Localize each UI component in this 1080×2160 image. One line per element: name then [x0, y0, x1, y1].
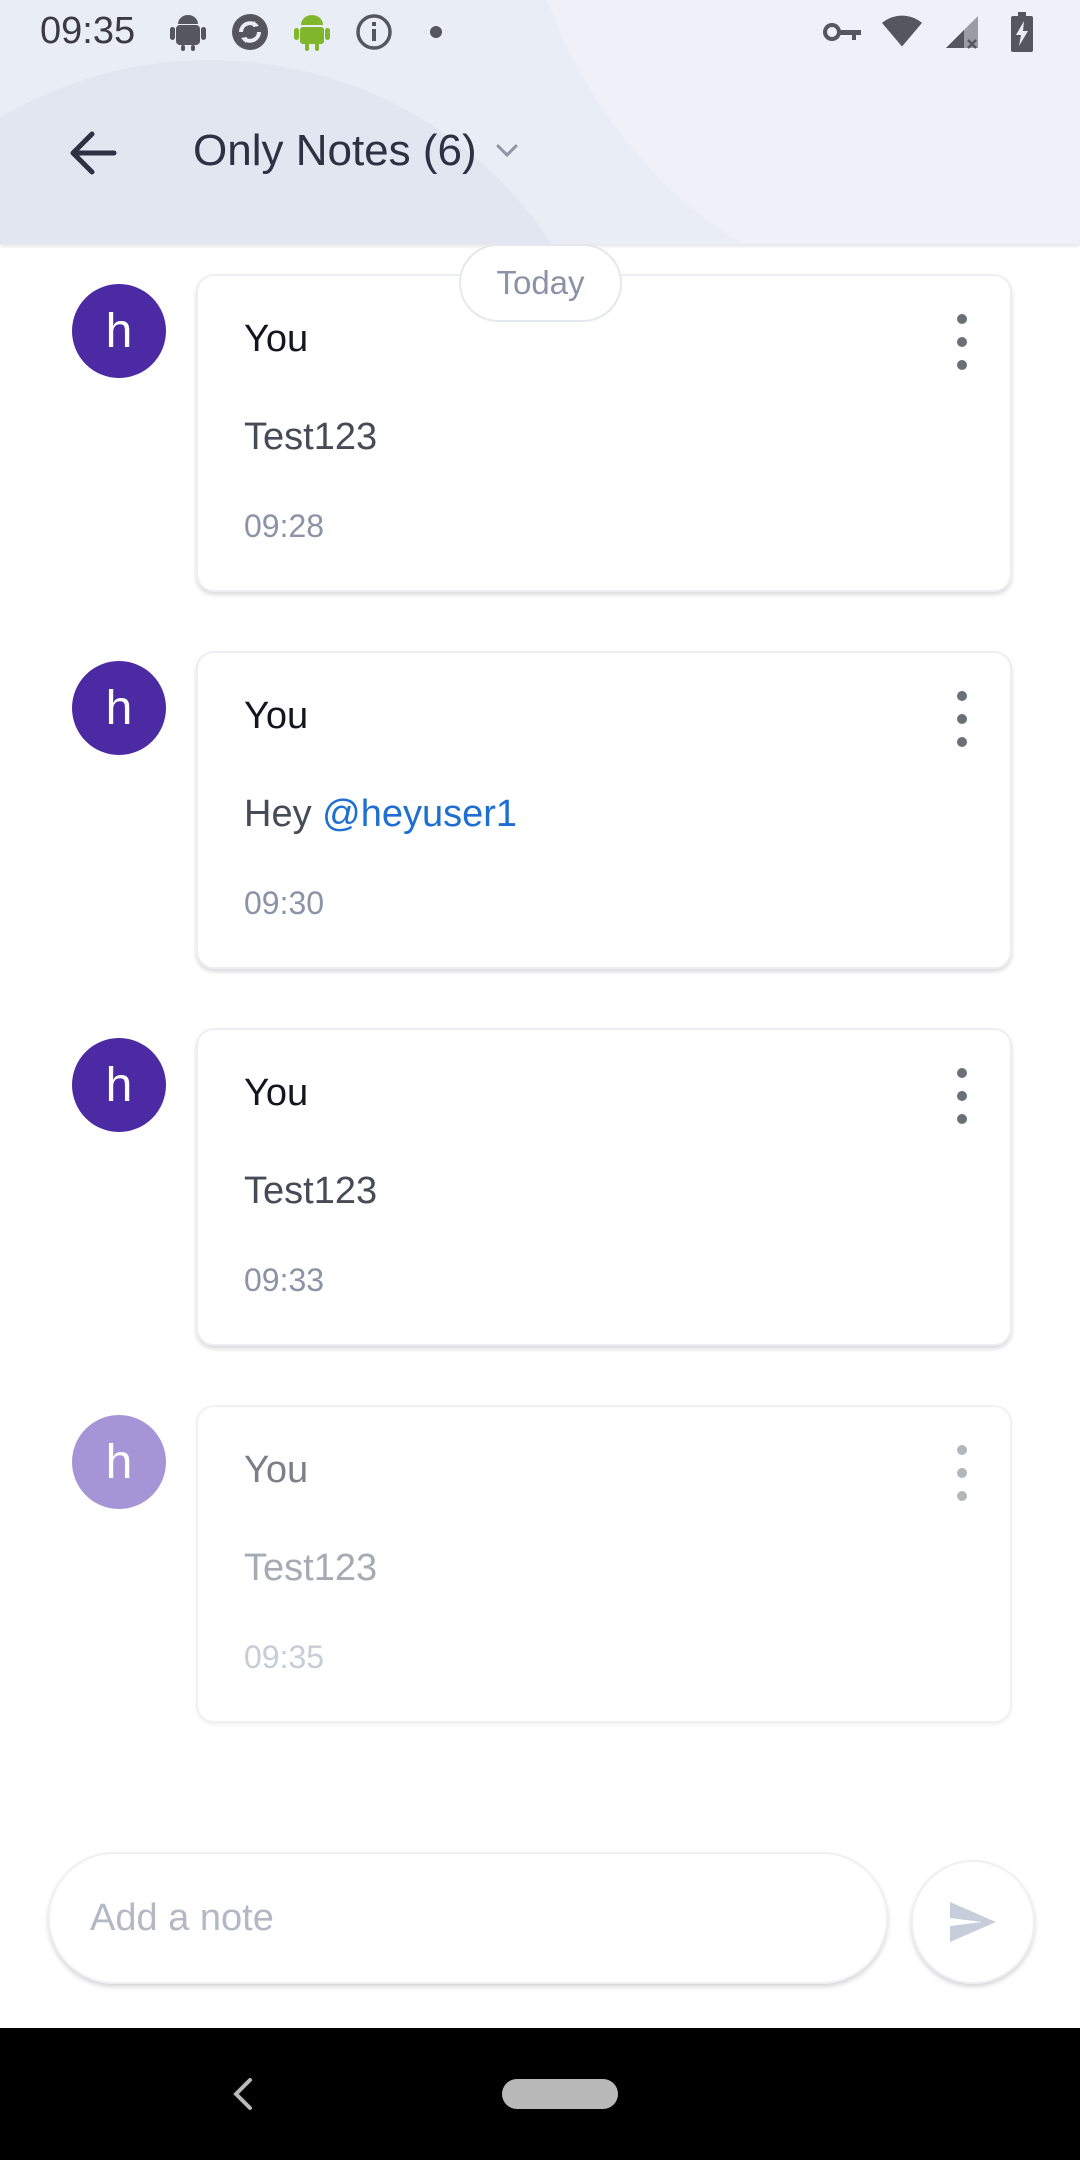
avatar[interactable]: h: [72, 661, 166, 755]
more-options-button[interactable]: [952, 1445, 972, 1501]
more-vert-icon: [957, 1068, 967, 1078]
mention-link[interactable]: @heyuser1: [322, 793, 517, 835]
note-card[interactable]: You Hey @heyuser1 09:30: [196, 651, 1012, 969]
battery-charging-icon: [1002, 12, 1042, 52]
more-options-button[interactable]: [952, 691, 972, 747]
more-vert-icon: [957, 691, 967, 701]
chevron-down-icon: [496, 144, 518, 158]
status-bar: 09:35: [0, 0, 1080, 66]
status-time: 09:35: [40, 10, 136, 52]
note-text: Test123: [244, 416, 378, 458]
note-timestamp: 09:35: [244, 1639, 325, 1675]
notes-list[interactable]: Today h You Test123 09:28 h You Hey @hey…: [0, 244, 1080, 2024]
note-timestamp: 09:33: [244, 1262, 325, 1298]
notes-filter-dropdown[interactable]: Only Notes (6): [193, 126, 519, 176]
avatar[interactable]: h: [72, 1415, 166, 1509]
info-icon: [354, 12, 394, 52]
wifi-icon: [882, 12, 922, 52]
note-timestamp: 09:30: [244, 885, 325, 921]
note-item: h You Hey @heyuser1 09:30: [0, 651, 1080, 969]
note-author: You: [244, 695, 309, 737]
add-note-input[interactable]: [48, 1852, 888, 1984]
send-button[interactable]: [911, 1860, 1035, 1984]
more-options-button[interactable]: [952, 314, 972, 370]
note-text: Test123: [244, 1547, 378, 1589]
avatar[interactable]: h: [72, 284, 166, 378]
note-card[interactable]: You Test123 09:33: [196, 1028, 1012, 1346]
page-title: Only Notes (6): [193, 126, 477, 175]
note-timestamp: 09:28: [244, 508, 325, 544]
app-header: 09:35 Only Notes (6): [0, 0, 1080, 244]
send-icon: [950, 1902, 996, 1942]
nav-back-button[interactable]: [222, 2072, 262, 2116]
note-item-pending: h You Test123 09:35: [0, 1405, 1080, 1723]
more-vert-icon: [957, 1445, 967, 1455]
note-text: Hey @heyuser1: [244, 793, 518, 835]
date-separator: Today: [459, 244, 622, 322]
app-bar: Only Notes (6): [0, 100, 1080, 210]
cell-signal-icon: [942, 12, 982, 52]
note-text: Test123: [244, 1170, 378, 1212]
note-item: h You Test123 09:33: [0, 1028, 1080, 1346]
note-card[interactable]: You Test123 09:35: [196, 1405, 1012, 1723]
note-author: You: [244, 1072, 309, 1114]
back-button[interactable]: [62, 122, 124, 184]
note-author: You: [244, 318, 309, 360]
avatar[interactable]: h: [72, 1038, 166, 1132]
vpn-key-icon: [822, 12, 862, 52]
dot-icon: [416, 12, 456, 52]
more-options-button[interactable]: [952, 1068, 972, 1124]
nav-home-pill[interactable]: [502, 2079, 618, 2109]
arrow-back-icon: [70, 131, 117, 175]
note-author: You: [244, 1449, 309, 1491]
note-card[interactable]: You Test123 09:28: [196, 274, 1012, 592]
system-nav-bar: [0, 2028, 1080, 2160]
more-vert-icon: [957, 314, 967, 324]
sync-icon: [230, 12, 270, 52]
android-debug-icon: [168, 12, 208, 52]
nav-back-icon: [233, 2078, 252, 2110]
android-icon: [292, 12, 332, 52]
